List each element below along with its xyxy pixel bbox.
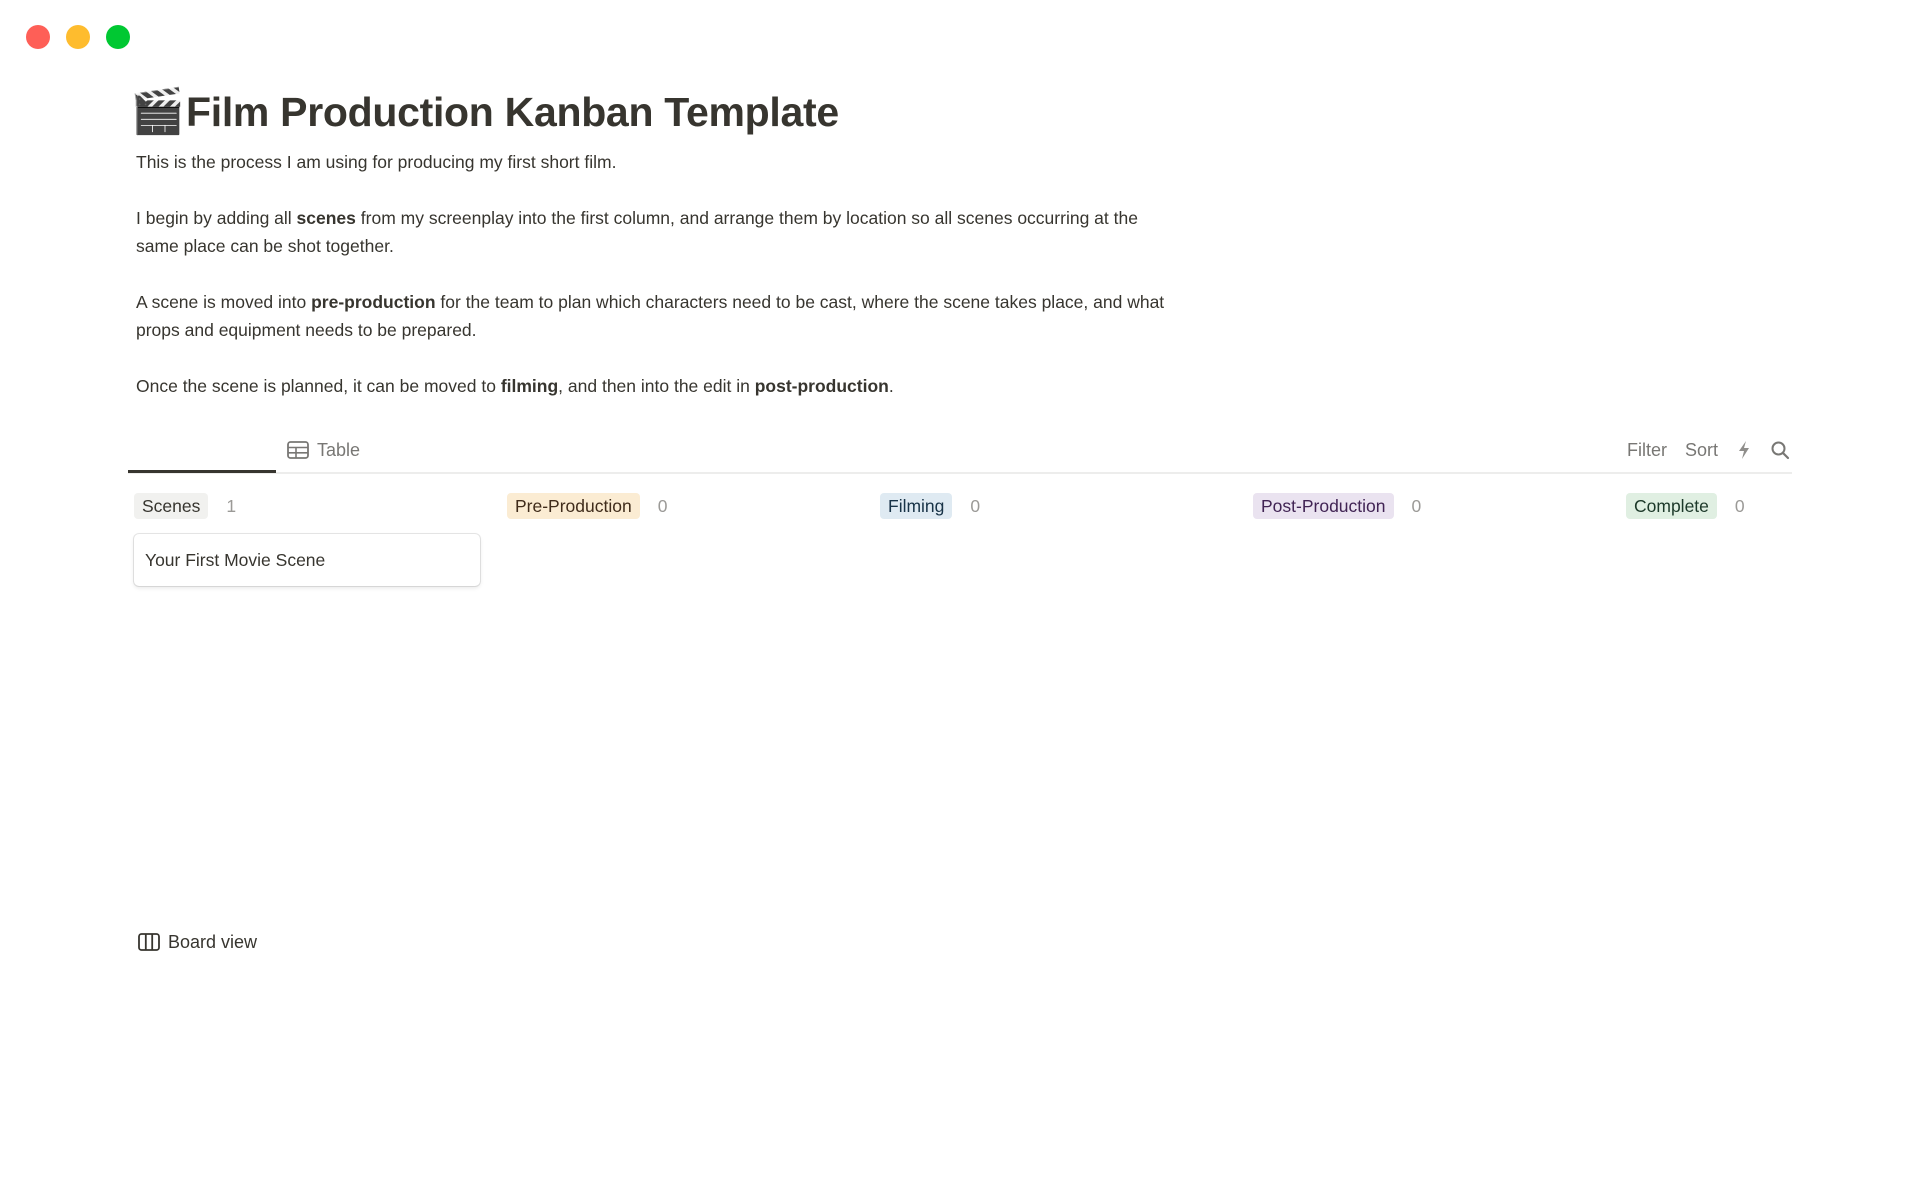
tab-label: Board view	[168, 931, 258, 952]
tab-board-view[interactable]: Board view	[138, 920, 1798, 964]
description-paragraph: I begin by adding all scenes from my scr…	[136, 204, 1176, 260]
description-text: , and then into the edit in	[558, 376, 755, 396]
table-icon	[287, 441, 309, 459]
page-description: This is the process I am using for produ…	[136, 148, 1176, 428]
board-column-post-production: Post-Production 0	[1253, 492, 1601, 520]
page-title[interactable]: Film Production Kanban Template	[186, 89, 839, 136]
description-text: .	[888, 376, 894, 396]
column-label[interactable]: Post-Production	[1253, 493, 1394, 519]
column-header: Pre-Production 0	[507, 492, 855, 520]
description-text: Once the scene is planned, it can be mov…	[136, 376, 501, 396]
column-label[interactable]: Scenes	[134, 493, 209, 519]
page-header: 🎬 Film Production Kanban Template	[130, 84, 839, 140]
description-paragraph: Once the scene is planned, it can be mov…	[136, 372, 1176, 400]
description-bold-text: filming	[500, 376, 559, 396]
description-paragraph: A scene is moved into pre-production for…	[136, 288, 1176, 344]
tab-label: Table	[317, 439, 361, 460]
column-label[interactable]: Pre-Production	[507, 493, 640, 519]
description-text: I begin by adding all	[136, 208, 297, 228]
lightning-icon[interactable]	[1736, 440, 1752, 460]
column-label[interactable]: Filming	[880, 493, 953, 519]
sort-button[interactable]: Sort	[1685, 440, 1718, 461]
search-icon[interactable]	[1770, 440, 1790, 460]
close-window-button[interactable]	[26, 25, 50, 49]
column-header: Filming 0	[880, 492, 1228, 520]
column-count: 1	[226, 495, 237, 516]
description-text: A scene is moved into	[136, 292, 312, 312]
board-card[interactable]: Your First Movie Scene	[134, 534, 480, 586]
board-icon	[138, 933, 160, 951]
view-toolbar: Filter Sort	[1627, 428, 1792, 472]
board-column-complete: Complete 0	[1626, 492, 1920, 520]
column-label[interactable]: Complete	[1626, 493, 1717, 519]
description-text: This is the process I am using for produ…	[136, 152, 617, 172]
active-tab-indicator	[128, 470, 276, 473]
description-paragraph: This is the process I am using for produ…	[136, 148, 1176, 176]
view-tabs-bar: Board view Table Filter Sort	[128, 428, 1792, 952]
column-count: 0	[970, 495, 981, 516]
description-bold-text: scenes	[296, 208, 356, 228]
column-header: Post-Production 0	[1253, 492, 1601, 520]
card-title: Your First Movie Scene	[145, 549, 326, 570]
board-column-scenes: Scenes 1 Your First Movie Scene	[134, 492, 482, 586]
clapper-board-icon[interactable]: 🎬	[130, 84, 186, 140]
column-header: Complete 0	[1626, 492, 1920, 520]
filter-button[interactable]: Filter	[1627, 440, 1667, 461]
column-header: Scenes 1	[134, 492, 482, 520]
column-count: 0	[657, 495, 668, 516]
column-count: 0	[1411, 495, 1422, 516]
board-column-filming: Filming 0	[880, 492, 1228, 520]
board-column-pre-production: Pre-Production 0	[507, 492, 855, 520]
column-count: 0	[1734, 495, 1745, 516]
tab-table[interactable]: Table	[287, 428, 360, 472]
description-bold-text: post-production	[754, 376, 889, 396]
window-controls	[26, 25, 130, 49]
description-bold-text: pre-production	[311, 292, 436, 312]
minimize-window-button[interactable]	[66, 25, 90, 49]
maximize-window-button[interactable]	[106, 25, 130, 49]
